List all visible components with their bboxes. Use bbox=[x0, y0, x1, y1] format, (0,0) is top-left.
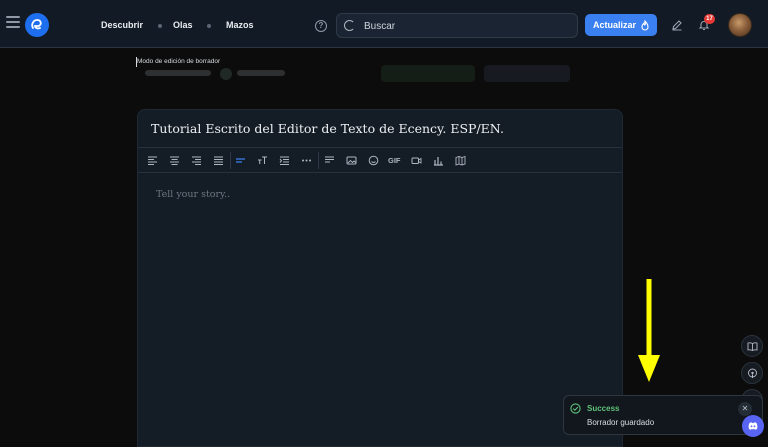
gif-icon[interactable]: GIF bbox=[388, 156, 401, 165]
editor-card: Tutorial Escrito del Editor de Texto de … bbox=[137, 109, 623, 447]
image-icon[interactable] bbox=[346, 155, 357, 166]
map-icon[interactable] bbox=[455, 155, 466, 166]
podcast-icon bbox=[747, 368, 757, 378]
flame-icon bbox=[641, 19, 649, 30]
post-title[interactable]: Tutorial Escrito del Editor de Texto de … bbox=[151, 121, 504, 136]
editor-body-placeholder[interactable]: Tell your story.. bbox=[156, 189, 230, 200]
more-options-icon[interactable] bbox=[301, 155, 312, 166]
help-icon[interactable]: ? bbox=[315, 20, 327, 32]
draft-mode-label: Modo de edición de borrador bbox=[137, 58, 221, 65]
faded-community-name bbox=[237, 66, 287, 82]
nav-separator-dot bbox=[207, 24, 211, 28]
align-right-icon[interactable] bbox=[191, 155, 202, 166]
search-refresh-icon bbox=[344, 20, 355, 31]
toast-message: Borrador guardado bbox=[587, 418, 655, 427]
toolbar-separator bbox=[318, 152, 319, 169]
annotation-arrow-down bbox=[638, 279, 660, 382]
nav-separator-dot bbox=[158, 24, 162, 28]
faded-community-icon bbox=[220, 66, 232, 82]
update-button-label: Actualizar bbox=[593, 20, 637, 30]
search-box[interactable]: Buscar bbox=[336, 13, 578, 38]
align-justify-icon[interactable] bbox=[213, 155, 224, 166]
discord-chat-button[interactable] bbox=[742, 415, 764, 437]
toolbar-separator bbox=[230, 152, 231, 169]
search-input[interactable]: Buscar bbox=[364, 21, 395, 32]
discord-icon bbox=[748, 422, 758, 430]
editor-toolbar: GIF bbox=[138, 147, 622, 173]
nav-link-olas[interactable]: Olas bbox=[173, 20, 193, 30]
user-avatar[interactable] bbox=[728, 13, 752, 37]
publish-button-faded[interactable] bbox=[381, 65, 475, 82]
emoji-icon[interactable] bbox=[368, 155, 379, 166]
podcast-button[interactable] bbox=[741, 362, 763, 384]
update-draft-button-faded[interactable] bbox=[484, 65, 570, 82]
book-icon bbox=[747, 341, 757, 351]
paragraph-icon[interactable] bbox=[324, 155, 335, 166]
text-size-icon[interactable] bbox=[257, 155, 268, 166]
align-center-icon[interactable] bbox=[169, 155, 180, 166]
toast-close-icon[interactable]: ✕ bbox=[738, 402, 752, 416]
video-icon[interactable] bbox=[411, 155, 422, 166]
list-indent-icon[interactable] bbox=[279, 155, 290, 166]
edit-pencil-icon[interactable] bbox=[671, 19, 683, 31]
toast-title: Success bbox=[587, 404, 620, 413]
nav-link-descubrir[interactable]: Descubrir bbox=[101, 20, 143, 30]
heading-icon[interactable] bbox=[235, 155, 246, 166]
hamburger-menu-icon[interactable] bbox=[6, 16, 20, 28]
check-circle-icon bbox=[570, 403, 581, 414]
notifications-count-badge: 17 bbox=[704, 14, 715, 24]
success-toast: Success Borrador guardado ✕ bbox=[563, 395, 763, 435]
ecency-logo[interactable] bbox=[25, 13, 49, 37]
ecency-logo-icon bbox=[31, 19, 42, 30]
poll-chart-icon[interactable] bbox=[433, 155, 444, 166]
nav-link-mazos[interactable]: Mazos bbox=[226, 20, 254, 30]
align-left-icon[interactable] bbox=[147, 155, 158, 166]
top-navigation-bar: Descubrir Olas Mazos ? Buscar Actualizar… bbox=[0, 0, 768, 48]
guide-book-button[interactable] bbox=[741, 335, 763, 357]
update-button[interactable]: Actualizar bbox=[585, 14, 657, 36]
faded-text-placeholder bbox=[145, 66, 215, 82]
